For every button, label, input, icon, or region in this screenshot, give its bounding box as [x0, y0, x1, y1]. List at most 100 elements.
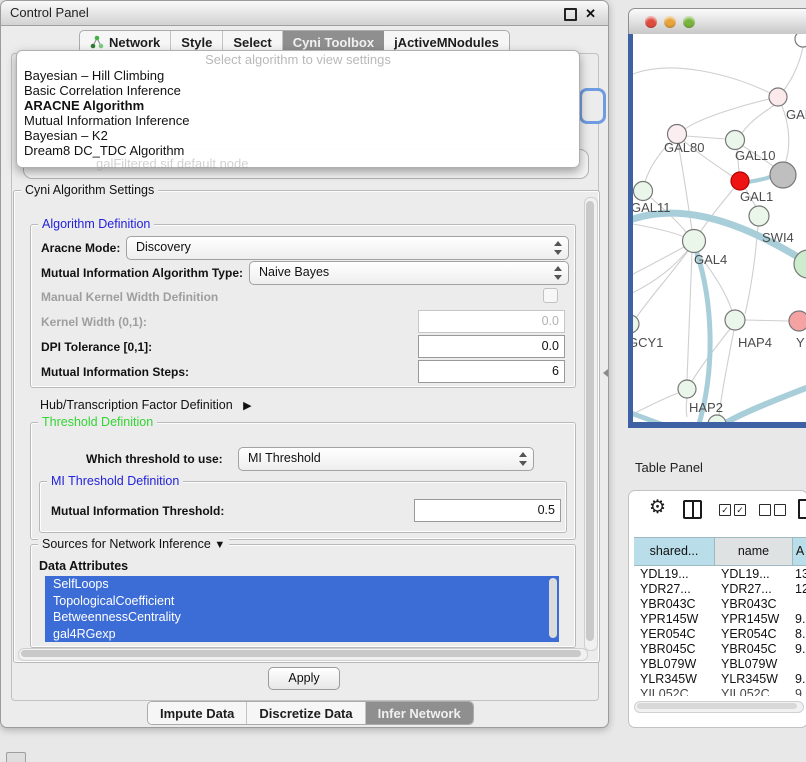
- data-attributes-label: Data Attributes: [39, 559, 128, 573]
- close-icon[interactable]: ✕: [585, 6, 596, 22]
- checked-checkbox-icon[interactable]: ✓: [719, 504, 731, 516]
- tab-impute-data[interactable]: Impute Data: [148, 702, 247, 724]
- control-panel-titlebar: Control Panel ✕: [1, 1, 608, 26]
- dropdown-placeholder: Select algorithm to view settings: [17, 51, 579, 68]
- list-item[interactable]: gal4RGexp: [45, 626, 559, 643]
- node-label: HAP4: [738, 335, 772, 350]
- hub-definition-toggle[interactable]: Hub/Transcription Factor Definition ▶: [40, 396, 252, 414]
- node-swi4[interactable]: [749, 206, 769, 226]
- node-gal[interactable]: [769, 88, 787, 106]
- node-gal1[interactable]: [731, 172, 749, 190]
- mi-steps-field[interactable]: 6: [418, 360, 565, 383]
- settings-vertical-scrollbar[interactable]: [584, 197, 598, 651]
- screen: Control Panel ✕ Network Style Select Cyn…: [0, 0, 806, 762]
- splitter-handle[interactable]: [603, 369, 608, 377]
- collapsed-arrow-icon: ▶: [243, 400, 251, 412]
- table-panel-title: Table Panel: [635, 460, 703, 475]
- table-horizontal-scrollbar-thumb[interactable]: [637, 703, 797, 709]
- dropdown-option[interactable]: Bayesian – K2: [17, 128, 579, 143]
- node-label: HAP2: [689, 400, 723, 415]
- list-item[interactable]: SelfLoops: [45, 576, 559, 593]
- algorithm-definition-title: Algorithm Definition: [38, 217, 154, 231]
- table-panel: ⚙ ✓ ✓ shared... name A YDL19... YDL19...…: [628, 490, 806, 728]
- node-salmon[interactable]: [789, 311, 806, 331]
- restore-icon[interactable]: [564, 8, 577, 21]
- settings-group-title: Cyni Algorithm Settings: [21, 183, 158, 197]
- close-traffic-light[interactable]: [645, 16, 657, 28]
- node-label: GAL1: [740, 189, 773, 204]
- data-attributes-list: SelfLoops TopologicalCoefficient Between…: [45, 576, 559, 642]
- mi-algorithm-type-label: Mutual Information Algorithm Type:: [41, 266, 243, 280]
- mi-steps-label: Mutual Information Steps:: [41, 365, 189, 379]
- network-canvas[interactable]: GAL GAL80 GAL10 GAL1 GAL11 SWI4 GAL4 GCY…: [633, 34, 806, 422]
- dropdown-option[interactable]: Basic Correlation Inference: [17, 83, 579, 98]
- network-frame: GAL GAL80 GAL10 GAL1 GAL11 SWI4 GAL4 GCY…: [628, 34, 806, 428]
- dpi-tolerance-field[interactable]: 0.0: [418, 335, 565, 358]
- minimize-traffic-light[interactable]: [664, 16, 676, 28]
- tab-infer-network[interactable]: Infer Network: [366, 702, 473, 724]
- table-horizontal-scrollbar[interactable]: [634, 701, 804, 713]
- control-panel-window: Control Panel ✕ Network Style Select Cyn…: [0, 0, 609, 728]
- apply-button[interactable]: Apply: [268, 667, 340, 690]
- node-gal10[interactable]: [726, 131, 745, 150]
- collapsed-panel-icon[interactable]: [6, 752, 26, 762]
- list-item[interactable]: BetweennessCentrality: [45, 609, 559, 626]
- threshold-definition-group: Threshold Definition Which threshold to …: [30, 422, 576, 540]
- threshold-definition-title: Threshold Definition: [38, 415, 157, 429]
- manual-kernel-width-label: Manual Kernel Width Definition: [41, 290, 218, 304]
- window-title: Control Panel: [10, 5, 89, 20]
- node-bottom[interactable]: [708, 415, 726, 422]
- stepper-arrows-icon: [519, 452, 528, 466]
- column-header-shared[interactable]: shared...: [634, 537, 715, 566]
- kernel-width-label: Kernel Width (0,1):: [41, 315, 147, 329]
- node-gal4[interactable]: [683, 230, 706, 253]
- tab-discretize-data[interactable]: Discretize Data: [247, 702, 365, 724]
- dropdown-option[interactable]: Bayesian – Hill Climbing: [17, 68, 579, 83]
- mi-algorithm-type-combo[interactable]: Naive Bayes: [249, 261, 569, 285]
- unchecked-checkbox-icon[interactable]: [774, 504, 786, 516]
- settings-horizontal-scrollbar-thumb[interactable]: [21, 650, 581, 657]
- node-label: GAL10: [735, 148, 775, 163]
- node-label: GAL: [786, 107, 806, 122]
- settings-vertical-scrollbar-thumb[interactable]: [586, 201, 594, 641]
- dropdown-option[interactable]: Mutual Information Inference: [17, 113, 579, 128]
- column-header-clipped[interactable]: A: [793, 537, 806, 566]
- node-gcy1[interactable]: [633, 315, 639, 333]
- list-item[interactable]: TopologicalCoefficient: [45, 593, 559, 610]
- gear-icon[interactable]: ⚙: [649, 496, 666, 519]
- page-icon[interactable]: [798, 499, 806, 519]
- node-hap4[interactable]: [725, 310, 745, 330]
- column-header-name[interactable]: name: [715, 537, 793, 566]
- node-label: GAL11: [633, 200, 671, 215]
- kernel-width-field[interactable]: 0.0: [418, 310, 565, 333]
- column-view-icon[interactable]: [683, 500, 702, 519]
- node-hap2[interactable]: [678, 380, 696, 398]
- list-scrollbar-thumb[interactable]: [549, 578, 557, 638]
- sources-group-title[interactable]: Sources for Network Inference ▼: [38, 537, 229, 551]
- aracne-mode-combo[interactable]: Discovery: [126, 236, 569, 260]
- stepper-arrows-icon: [554, 241, 563, 255]
- cyni-bottom-tabs: Impute Data Discretize Data Infer Networ…: [147, 701, 474, 725]
- cyni-algorithm-settings-group: Cyni Algorithm Settings Algorithm Defini…: [13, 190, 600, 663]
- dropdown-option[interactable]: Dream8 DC_TDC Algorithm: [17, 143, 579, 158]
- aracne-mode-label: Aracne Mode:: [41, 241, 120, 255]
- mi-threshold-definition-group: MI Threshold Definition Mutual Informati…: [39, 481, 567, 533]
- dpi-tolerance-label: DPI Tolerance [0,1]:: [41, 340, 152, 354]
- zoom-traffic-light[interactable]: [683, 16, 695, 28]
- mi-threshold-field[interactable]: 0.5: [414, 499, 561, 522]
- algorithm-definition-group: Algorithm Definition Aracne Mode: Discov…: [30, 224, 576, 388]
- mi-threshold-definition-title: MI Threshold Definition: [47, 474, 183, 488]
- focused-combo-fragment[interactable]: [579, 88, 606, 124]
- checked-checkbox-icon[interactable]: ✓: [734, 504, 746, 516]
- manual-kernel-width-checkbox[interactable]: [543, 288, 558, 303]
- which-threshold-combo[interactable]: MI Threshold: [238, 447, 534, 471]
- node-label: Y: [796, 335, 805, 350]
- node-label: SWI4: [762, 230, 794, 245]
- settings-horizontal-scrollbar[interactable]: [18, 648, 588, 661]
- node-gal11[interactable]: [634, 182, 653, 201]
- node-gray[interactable]: [770, 162, 796, 188]
- unchecked-checkbox-icon[interactable]: [759, 504, 771, 516]
- node[interactable]: [795, 34, 806, 47]
- expanded-arrow-icon: ▼: [214, 539, 225, 551]
- dropdown-option-selected[interactable]: ARACNE Algorithm: [17, 98, 579, 113]
